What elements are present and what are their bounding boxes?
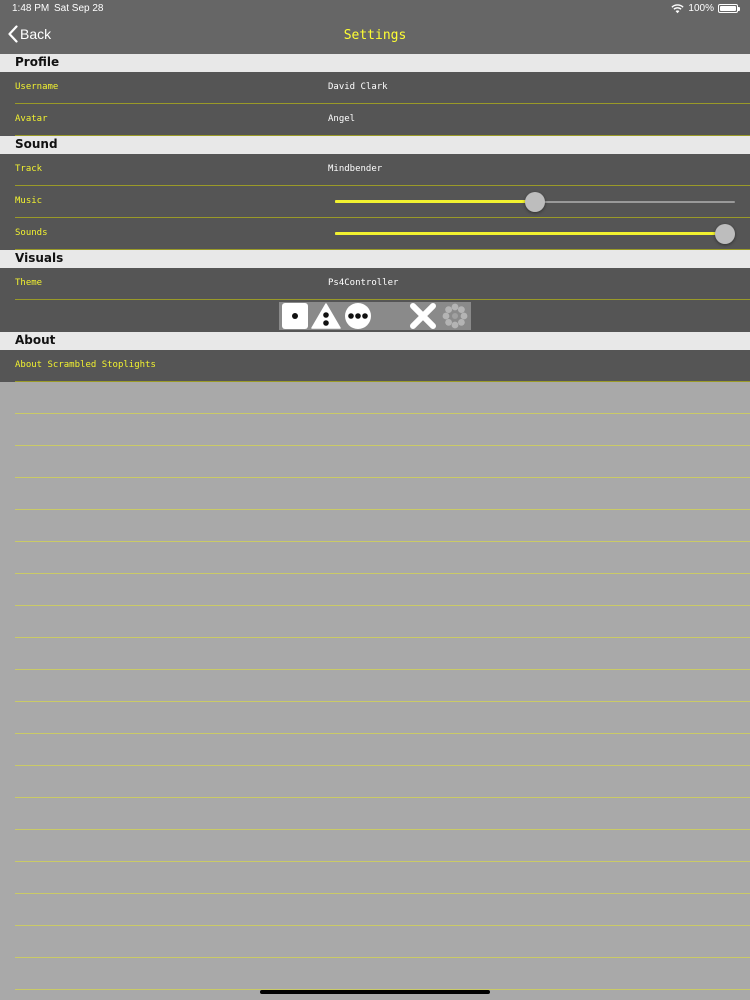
row-separator <box>15 477 750 478</box>
sounds-slider-fill <box>335 232 725 235</box>
section-title-visuals: Visuals <box>15 251 64 265</box>
section-title-sound: Sound <box>15 137 58 151</box>
avatar-value: Angel <box>328 114 356 124</box>
battery-icon <box>718 4 740 13</box>
username-row[interactable]: Username David Clark <box>0 72 750 104</box>
music-slider-thumb[interactable] <box>525 192 545 212</box>
track-row[interactable]: Track Mindbender <box>0 154 750 186</box>
theme-row[interactable]: Theme Ps4Controller <box>0 268 750 300</box>
square-one-dot-icon <box>282 303 308 329</box>
music-label: Music <box>15 196 43 206</box>
row-separator <box>15 669 750 670</box>
row-separator <box>15 957 750 958</box>
row-separator <box>15 605 750 606</box>
music-row: Music <box>0 186 750 218</box>
row-separator <box>15 733 750 734</box>
page-title: Settings <box>343 28 407 43</box>
sounds-slider-thumb[interactable] <box>715 224 735 244</box>
avatar-row[interactable]: Avatar Angel <box>0 104 750 136</box>
row-separator <box>15 893 750 894</box>
section-title-about: About <box>15 333 56 347</box>
row-separator <box>15 573 750 574</box>
home-indicator <box>260 990 490 994</box>
section-header-profile: Profile <box>0 54 750 72</box>
section-header-visuals: Visuals <box>0 250 750 268</box>
section-header-sound: Sound <box>0 136 750 154</box>
status-right: 100% <box>671 3 740 14</box>
row-separator <box>15 701 750 702</box>
row-separator <box>15 861 750 862</box>
row-separator <box>15 509 750 510</box>
theme-preview-strip <box>279 302 471 330</box>
track-label: Track <box>15 164 43 174</box>
status-bar: 1:48 PM Sat Sep 28 100% <box>0 0 750 18</box>
row-separator <box>15 541 750 542</box>
battery-percent: 100% <box>688 3 714 14</box>
about-row[interactable]: About Scrambled Stoplights <box>0 350 750 382</box>
status-time: 1:48 PM <box>12 3 50 14</box>
avatar-label: Avatar <box>15 114 48 124</box>
circle-three-dots-icon <box>345 303 371 329</box>
track-value: Mindbender <box>328 164 383 174</box>
sounds-label: Sounds <box>15 228 48 238</box>
row-separator <box>15 637 750 638</box>
status-date: Sat Sep 28 <box>54 3 104 14</box>
wifi-icon <box>671 3 685 13</box>
theme-value: Ps4Controller <box>328 278 399 288</box>
row-separator <box>15 829 750 830</box>
cross-icon <box>410 303 436 329</box>
row-separator <box>15 797 750 798</box>
theme-label: Theme <box>15 278 43 288</box>
triangle-two-dots-icon <box>311 303 341 329</box>
sounds-row: Sounds <box>0 218 750 250</box>
section-header-about: About <box>0 332 750 350</box>
empty-table-area <box>0 382 750 1000</box>
theme-preview-row <box>0 300 750 332</box>
row-separator <box>15 445 750 446</box>
row-separator <box>15 765 750 766</box>
about-label: About Scrambled Stoplights <box>15 360 156 370</box>
section-title-profile: Profile <box>15 55 60 69</box>
row-separator <box>15 413 750 414</box>
navigation-bar: Back Settings <box>0 18 750 54</box>
row-separator <box>15 925 750 926</box>
sounds-slider[interactable] <box>335 224 735 244</box>
music-slider-fill <box>335 200 535 203</box>
flower-icon <box>442 303 468 329</box>
username-label: Username <box>15 82 59 92</box>
username-value: David Clark <box>328 82 388 92</box>
music-slider[interactable] <box>335 192 735 212</box>
